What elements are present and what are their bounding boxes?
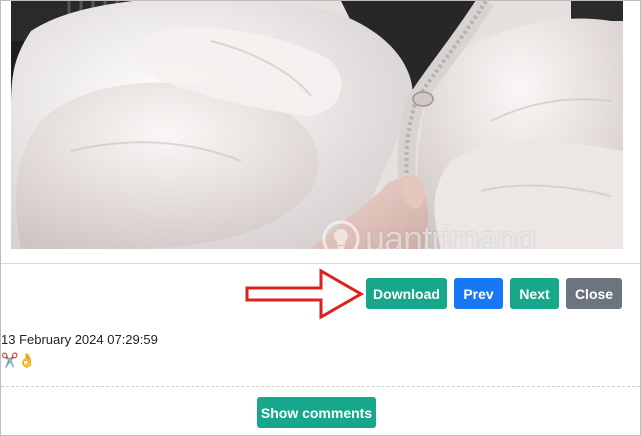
show-comments-button[interactable]: Show comments — [257, 397, 376, 428]
prev-button[interactable]: Prev — [454, 278, 503, 309]
watermark: uantrimang — [321, 216, 536, 249]
photo-viewer: uantrimang Download Prev Next Close 13 F… — [0, 0, 641, 436]
post-caption: ✂️👌 — [1, 352, 36, 368]
right-arrow-icon — [245, 268, 365, 320]
photo-image: uantrimang — [11, 1, 623, 249]
watermark-text: uantrimang — [365, 218, 536, 249]
close-button[interactable]: Close — [566, 278, 622, 309]
comments-divider — [1, 386, 640, 387]
lightbulb-icon — [322, 220, 360, 249]
download-button[interactable]: Download — [366, 278, 447, 309]
next-button[interactable]: Next — [510, 278, 559, 309]
post-timestamp: 13 February 2024 07:29:59 — [1, 332, 158, 347]
